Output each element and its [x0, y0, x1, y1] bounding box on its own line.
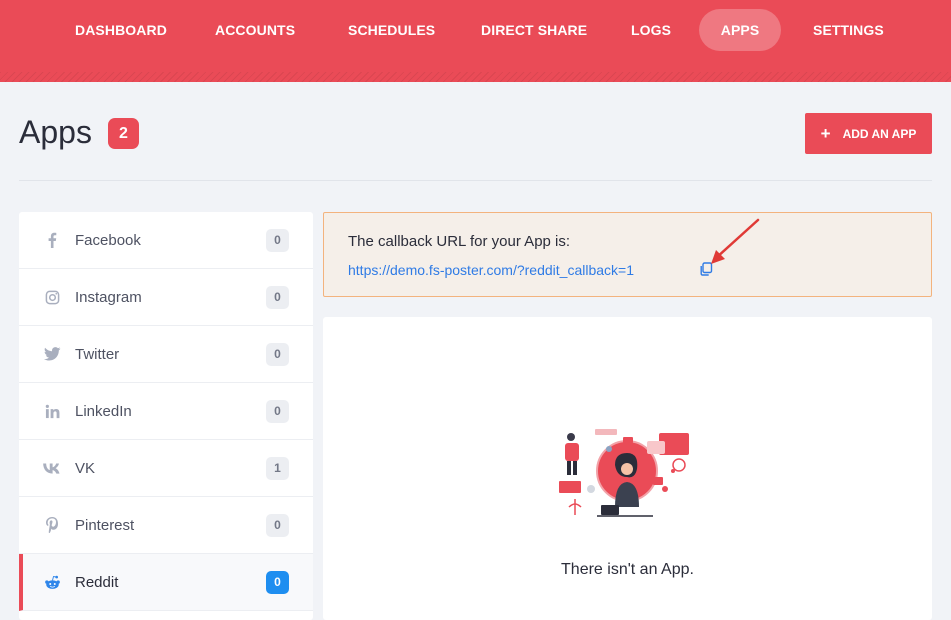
- apps-count-badge: 2: [108, 118, 139, 149]
- sidebar-item-facebook[interactable]: Facebook 0: [19, 212, 313, 269]
- sidebar-item-count: 0: [266, 399, 289, 423]
- callback-title: The callback URL for your App is:: [348, 233, 571, 250]
- nav-direct-share[interactable]: DIRECT SHARE: [465, 9, 603, 51]
- sidebar-item-vk[interactable]: VK 1: [19, 440, 313, 497]
- add-app-button-label: ADD AN APP: [842, 126, 917, 141]
- header-divider: [19, 180, 932, 181]
- sidebar-item-label: LinkedIn: [75, 402, 132, 420]
- sidebar-item-instagram[interactable]: Instagram 0: [19, 269, 313, 326]
- sidebar-item-twitter[interactable]: Twitter 0: [19, 326, 313, 383]
- sidebar-item-label: Instagram: [75, 288, 142, 306]
- sidebar-item-count: 0: [266, 513, 289, 537]
- sidebar-item-count: 0: [266, 285, 289, 309]
- social-network-sidebar: Facebook 0 Instagram 0 Twitter 0 LinkedI…: [19, 212, 313, 620]
- vk-icon: [43, 459, 61, 477]
- sidebar-item-count: 0: [266, 570, 289, 594]
- sidebar-item-reddit[interactable]: Reddit 0: [19, 554, 313, 611]
- sidebar-item-count: 1: [266, 456, 289, 480]
- nav-schedules[interactable]: SCHEDULES: [332, 9, 451, 51]
- nav-logs[interactable]: LOGS: [615, 9, 687, 51]
- callback-url-link[interactable]: https://demo.fs-poster.com/?reddit_callb…: [348, 262, 634, 278]
- nav-accounts[interactable]: ACCOUNTS: [199, 9, 311, 51]
- apps-list-panel: There isn't an App.: [323, 317, 932, 620]
- instagram-icon: [43, 288, 61, 306]
- nav-dashboard[interactable]: DASHBOARD: [59, 9, 183, 51]
- sidebar-item-linkedin[interactable]: LinkedIn 0: [19, 383, 313, 440]
- sidebar-item-label: Twitter: [75, 345, 120, 363]
- sidebar-item-label: VK: [75, 459, 96, 477]
- sidebar-item-label: Facebook: [75, 231, 141, 249]
- twitter-icon: [43, 345, 61, 363]
- sidebar-item-label: Pinterest: [75, 516, 135, 534]
- page-title: Apps: [19, 114, 92, 150]
- empty-state-message: There isn't an App.: [561, 561, 694, 578]
- plus-icon: +: [820, 124, 831, 143]
- facebook-icon: [43, 231, 61, 249]
- nav-settings[interactable]: SETTINGS: [797, 9, 900, 51]
- reddit-icon: [43, 573, 61, 591]
- sidebar-item-count: 0: [266, 342, 289, 366]
- sidebar-item-label: Reddit: [75, 573, 119, 591]
- sidebar-item-count: 0: [266, 228, 289, 252]
- nav-apps[interactable]: APPS: [699, 9, 781, 51]
- add-app-button[interactable]: + ADD AN APP: [805, 113, 932, 154]
- pinterest-icon: [43, 516, 61, 534]
- linkedin-icon: [43, 402, 61, 420]
- callback-url-notice: The callback URL for your App is: https:…: [323, 212, 932, 297]
- red-arrow-annotation: [711, 218, 760, 264]
- sidebar-item-pinterest[interactable]: Pinterest 0: [19, 497, 313, 554]
- top-navigation: DASHBOARD ACCOUNTS SCHEDULES DIRECT SHAR…: [0, 0, 951, 82]
- empty-state-illustration: [559, 429, 689, 517]
